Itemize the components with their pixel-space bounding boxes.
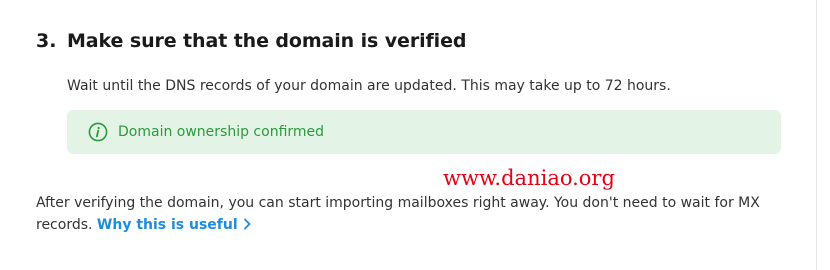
- status-banner: Domain ownership confirmed: [67, 110, 781, 154]
- chevron-right-icon: [242, 218, 252, 230]
- info-paragraph: After verifying the domain, you can star…: [36, 192, 781, 236]
- step-header: 3. Make sure that the domain is verified: [36, 30, 796, 52]
- status-text: Domain ownership confirmed: [118, 124, 325, 140]
- why-useful-link[interactable]: Why this is useful: [97, 217, 252, 233]
- watermark: www.daniao.org: [443, 166, 615, 190]
- verification-step: 3. Make sure that the domain is verified…: [36, 30, 796, 154]
- step-description: Wait until the DNS records of your domai…: [67, 78, 671, 94]
- step-title: Make sure that the domain is verified: [67, 30, 467, 52]
- scrollbar[interactable]: [816, 0, 830, 270]
- why-useful-link-label: Why this is useful: [96, 217, 238, 233]
- info-circle-icon: [88, 122, 108, 142]
- step-number: 3.: [36, 30, 57, 52]
